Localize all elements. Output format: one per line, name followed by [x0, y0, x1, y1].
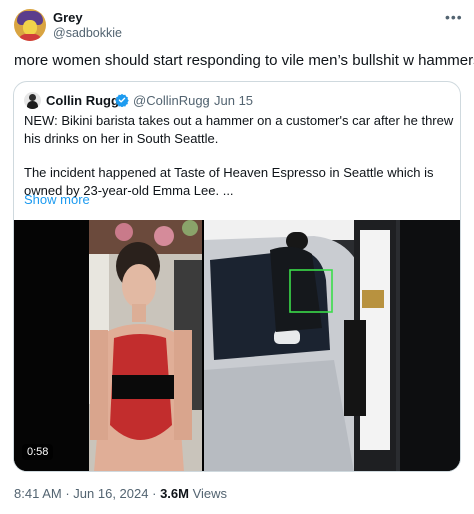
- video-thumbnail-drive-thru[interactable]: [204, 220, 460, 471]
- quoted-media[interactable]: 0:58: [14, 220, 460, 471]
- quoted-author-avatar[interactable]: [24, 92, 41, 109]
- quoted-tweet[interactable]: Collin Rugg @CollinRugg · Jun 15 NEW: Bi…: [13, 81, 461, 472]
- meta-separator-2: ·: [152, 486, 157, 501]
- quoted-paragraph-1: NEW: Bikini barista takes out a hammer o…: [24, 113, 454, 146]
- quoted-separator: ·: [205, 93, 210, 108]
- video-duration: 0:58: [22, 444, 54, 460]
- meta-separator: ·: [65, 486, 70, 501]
- author-avatar[interactable]: [14, 9, 46, 41]
- author-handle[interactable]: @sadbokkie: [53, 26, 122, 40]
- show-more-link[interactable]: Show more: [24, 192, 90, 207]
- quoted-author-handle[interactable]: @CollinRugg: [133, 93, 210, 108]
- video-thumbnail-barista[interactable]: 0:58: [14, 220, 202, 471]
- views-count: 3.6M: [160, 486, 189, 501]
- tweet-time[interactable]: 8:41 AM: [14, 486, 62, 501]
- tweet-text: more women should start responding to vi…: [14, 52, 474, 69]
- verified-badge-icon: [115, 93, 129, 107]
- views-label: Views: [192, 486, 228, 501]
- author-name[interactable]: Grey: [53, 10, 83, 25]
- tweet-date[interactable]: Jun 16, 2024: [73, 486, 148, 501]
- tweet-meta: 8:41 AM · Jun 16, 2024 · 3.6M Views: [14, 486, 227, 501]
- quoted-date[interactable]: Jun 15: [214, 93, 253, 108]
- more-horizontal-icon[interactable]: •••: [445, 9, 463, 25]
- quoted-author-name[interactable]: Collin Rugg: [46, 93, 119, 108]
- quoted-text: NEW: Bikini barista takes out a hammer o…: [24, 112, 454, 199]
- tweet[interactable]: Grey @sadbokkie ••• more women should st…: [0, 0, 474, 514]
